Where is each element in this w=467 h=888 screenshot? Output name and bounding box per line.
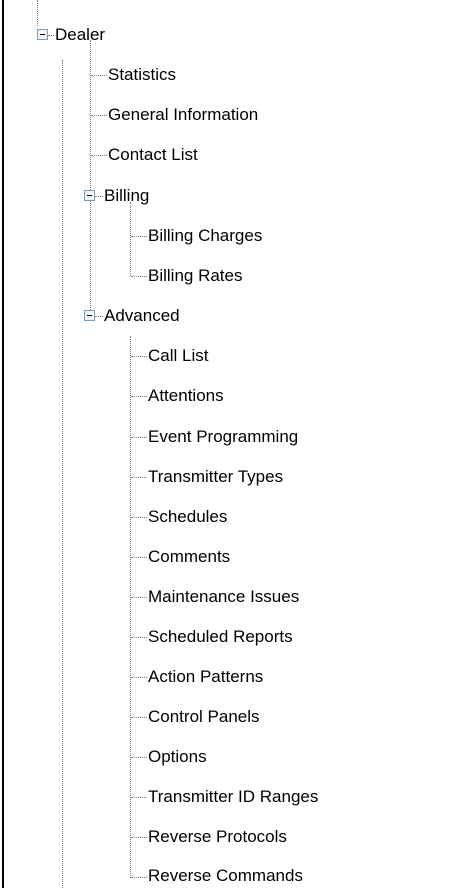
tree-node-advanced[interactable]: Advanced	[104, 306, 180, 326]
tree-node-scheduled-reports[interactable]: Scheduled Reports	[148, 627, 293, 647]
tree-node-general-information[interactable]: General Information	[108, 105, 258, 125]
tree-connector	[48, 35, 54, 37]
tree-connector	[131, 517, 147, 519]
tree-node-dealer[interactable]: Dealer	[55, 25, 105, 45]
advanced-collapse-icon[interactable]	[84, 310, 95, 321]
tree-node-billing[interactable]: Billing	[104, 186, 149, 206]
tree-connector	[37, 0, 39, 26]
tree-node-reverse-protocols[interactable]: Reverse Protocols	[148, 827, 287, 847]
tree-connector	[130, 202, 132, 276]
tree-connector	[131, 797, 147, 799]
tree-connector	[95, 196, 103, 198]
tree-node-options[interactable]: Options	[148, 747, 207, 767]
tree-node-control-panels[interactable]: Control Panels	[148, 707, 260, 727]
tree-node-billing-charges[interactable]: Billing Charges	[148, 226, 262, 246]
tree-node-action-patterns[interactable]: Action Patterns	[148, 667, 263, 687]
tree-node-call-list[interactable]: Call List	[148, 346, 208, 366]
tree-connector	[131, 236, 147, 238]
tree-node-statistics[interactable]: Statistics	[108, 65, 176, 85]
tree-connector	[131, 477, 147, 479]
tree-connector	[91, 115, 107, 117]
tree-connector	[131, 597, 147, 599]
tree-node-attentions[interactable]: Attentions	[148, 386, 224, 406]
tree-node-reverse-commands[interactable]: Reverse Commands	[148, 866, 303, 886]
panel-border	[2, 0, 4, 888]
dealer-collapse-icon[interactable]	[37, 29, 48, 40]
tree-node-contact-list[interactable]: Contact List	[108, 145, 198, 165]
tree-connector	[131, 396, 147, 398]
tree-node-comments[interactable]: Comments	[148, 547, 230, 567]
tree-connector	[131, 677, 147, 679]
tree-connector	[91, 155, 107, 157]
tree-connector	[131, 837, 147, 839]
tree-connector	[90, 40, 92, 310]
tree-connector	[131, 276, 147, 278]
tree-connector	[131, 356, 147, 358]
tree-connector	[131, 717, 147, 719]
tree-node-schedules[interactable]: Schedules	[148, 507, 227, 527]
billing-collapse-icon[interactable]	[84, 190, 95, 201]
tree-connector	[131, 637, 147, 639]
tree-view: Dealer Statistics General Information Co…	[0, 0, 467, 888]
tree-connector	[62, 60, 64, 888]
tree-node-billing-rates[interactable]: Billing Rates	[148, 266, 243, 286]
tree-node-transmitter-types[interactable]: Transmitter Types	[148, 467, 283, 487]
tree-connector	[91, 75, 107, 77]
tree-connector	[131, 557, 147, 559]
tree-node-maintenance-issues[interactable]: Maintenance Issues	[148, 587, 299, 607]
tree-connector	[95, 316, 103, 318]
tree-connector	[131, 437, 147, 439]
tree-connector	[131, 757, 147, 759]
tree-node-event-programming[interactable]: Event Programming	[148, 427, 298, 447]
tree-connector	[131, 877, 147, 879]
tree-node-transmitter-id-ranges[interactable]: Transmitter ID Ranges	[148, 787, 318, 807]
